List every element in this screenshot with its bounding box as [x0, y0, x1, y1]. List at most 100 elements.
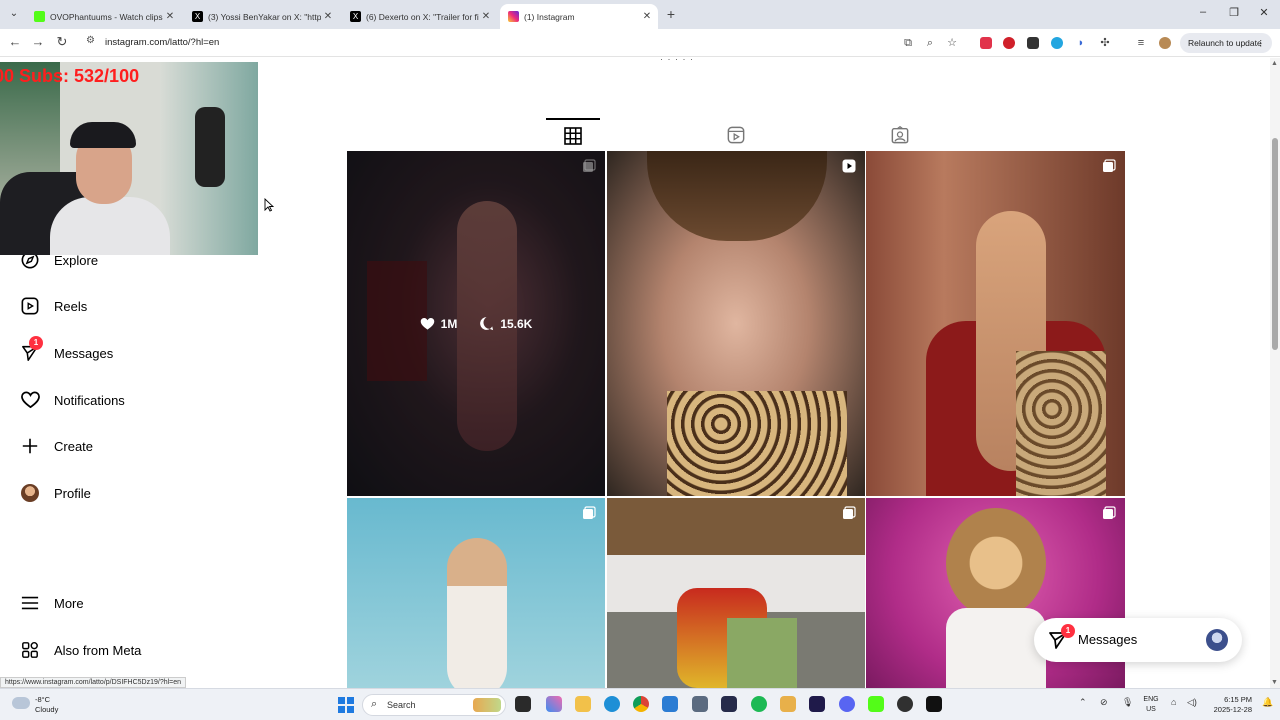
windows-taskbar: -8°C Cloudy ⌕ Search ⌃ ⊘ 🎙 ENG US ⌂ ◁) 6… [0, 688, 1280, 720]
file-explorer-icon[interactable] [575, 696, 591, 712]
post-tile[interactable] [607, 498, 865, 688]
site-info-icon[interactable]: ⚙ [86, 35, 95, 46]
messages-pill[interactable]: 1 Messages [1034, 618, 1242, 662]
back-arrow-icon[interactable]: ← [6, 34, 24, 50]
reels-icon [727, 126, 745, 144]
forward-arrow-icon[interactable]: → [29, 34, 47, 50]
scroll-up-arrow-icon[interactable]: ▲ [1271, 60, 1278, 67]
minimize-icon[interactable]: – [1196, 6, 1210, 18]
close-tab-icon[interactable]: ✕ [163, 11, 177, 22]
post-tile[interactable] [866, 151, 1125, 496]
kick-icon [34, 11, 45, 22]
microphone-icon[interactable]: 🎙 [1122, 697, 1133, 708]
browser-tab[interactable]: X (3) Yossi BenYakar on X: "https: ✕ [184, 4, 339, 29]
comments-count: 15.6K [500, 316, 533, 331]
likes-stat: 1M [420, 316, 458, 331]
extension-icon[interactable] [1027, 37, 1039, 49]
post-tile[interactable] [347, 498, 605, 688]
tray-chevron-icon[interactable]: ⌃ [1079, 697, 1087, 708]
spotify-icon[interactable] [751, 696, 767, 712]
address-bar[interactable]: ⚙ instagram.com/latto/?hl=en [78, 32, 898, 54]
browser-tab[interactable]: OVOPhantuums - Watch clips o ✕ [26, 4, 181, 29]
carousel-icon [843, 506, 856, 519]
extension-icon[interactable] [980, 37, 992, 49]
bookmark-star-icon[interactable]: ☆ [944, 35, 960, 51]
windows-start-icon[interactable] [338, 697, 354, 713]
comment-icon [480, 317, 494, 331]
copilot-icon[interactable] [546, 696, 562, 712]
post-tile[interactable]: 1M 15.6K [347, 151, 605, 496]
tagged-icon [891, 126, 909, 144]
close-window-icon[interactable]: ✕ [1257, 6, 1271, 19]
taskbar-search[interactable]: ⌕ Search [362, 694, 506, 716]
sidebar-item-profile[interactable]: Profile [20, 478, 91, 508]
new-tab-plus-icon[interactable]: + [664, 6, 678, 22]
likes-count: 1M [440, 316, 458, 331]
tab-title: OVOPhantuums - Watch clips o [50, 11, 163, 22]
edge-icon[interactable] [604, 696, 620, 712]
settings-gear-icon[interactable] [692, 696, 708, 712]
zoom-icon[interactable]: ⌕ [922, 35, 938, 51]
volume-icon[interactable]: ◁) [1187, 697, 1197, 708]
discord-icon[interactable] [839, 696, 855, 712]
app-icon[interactable] [868, 696, 884, 712]
app-icon[interactable] [721, 696, 737, 712]
scrollbar-thumb[interactable] [1272, 138, 1278, 350]
extension-icon[interactable]: ◗ [1073, 35, 1089, 51]
page-scrollbar[interactable]: ▲ ▼ [1270, 58, 1280, 688]
snipping-tool-icon[interactable] [780, 696, 796, 712]
close-tab-icon[interactable]: ✕ [640, 11, 654, 22]
close-tab-icon[interactable]: ✕ [479, 11, 493, 22]
x-icon: X [350, 11, 361, 22]
input-language[interactable]: ENG US [1140, 695, 1162, 715]
post-leopard-print [1016, 351, 1106, 496]
sidebar-item-label: Also from Meta [54, 642, 142, 658]
browser-tab[interactable]: X (6) Dexerto on X: "Trailer for fir ✕ [342, 4, 497, 29]
browser-tab-active[interactable]: (1) Instagram ✕ [500, 4, 658, 29]
sidebar-item-also-from-meta[interactable]: Also from Meta [20, 635, 141, 665]
obs-icon[interactable] [897, 696, 913, 712]
extensions-puzzle-icon[interactable]: ✣ [1097, 35, 1113, 51]
reading-list-icon[interactable]: ≡ [1133, 35, 1149, 51]
extension-icon[interactable] [1051, 37, 1063, 49]
post-leopard-print [667, 391, 847, 496]
premiere-icon[interactable] [809, 696, 825, 712]
reload-icon[interactable]: ↻ [53, 34, 71, 50]
profile-avatar[interactable] [1159, 37, 1171, 49]
tiktok-icon[interactable] [926, 696, 942, 712]
install-app-icon[interactable]: ⧉ [900, 35, 916, 51]
sidebar-item-label: Create [54, 438, 94, 454]
task-view-icon[interactable] [515, 696, 531, 712]
messenger-icon: 1 [20, 336, 43, 363]
taskbar-clock[interactable]: 6:15 PM 2025-12-28 [1208, 695, 1252, 715]
sidebar-item-notifications[interactable]: Notifications [20, 385, 125, 415]
tab-reels[interactable] [709, 118, 763, 152]
relaunch-button[interactable]: Relaunch to update ⋮ [1180, 33, 1272, 53]
scroll-down-arrow-icon[interactable]: ▼ [1271, 679, 1278, 686]
close-tab-icon[interactable]: ✕ [321, 11, 335, 22]
chrome-icon[interactable] [633, 696, 649, 712]
tray-app-icon[interactable]: ⊘ [1100, 697, 1108, 708]
post-tile[interactable] [607, 151, 865, 496]
weather-widget[interactable]: -8°C Cloudy [35, 695, 58, 715]
heart-icon [20, 390, 40, 410]
sidebar-item-reels[interactable]: Reels [20, 291, 87, 321]
notifications-icon[interactable]: 🔔 [1262, 697, 1273, 708]
post-hover-overlay[interactable]: 1M 15.6K [347, 151, 605, 496]
restore-icon[interactable]: ❐ [1227, 6, 1241, 19]
instagram-icon [508, 11, 519, 22]
relaunch-label: Relaunch to update [1188, 38, 1262, 48]
sidebar-item-more[interactable]: More [20, 588, 84, 618]
tab-posts[interactable] [546, 118, 600, 152]
notepad-icon[interactable] [662, 696, 678, 712]
kebab-menu-icon[interactable]: ⋮ [1257, 33, 1266, 53]
browser-tab-strip: ⌄ OVOPhantuums - Watch clips o ✕ X (3) Y… [0, 0, 1280, 29]
sidebar-item-messages[interactable]: 1 Messages [20, 336, 113, 368]
tab-search-chevron-icon[interactable]: ⌄ [6, 6, 22, 22]
tab-tagged[interactable] [873, 118, 927, 152]
sidebar-item-create[interactable]: Create [20, 431, 93, 461]
extension-icon[interactable] [1003, 37, 1015, 49]
cloud-icon[interactable] [12, 697, 30, 709]
address-text[interactable]: instagram.com/latto/?hl=en [105, 37, 219, 48]
network-icon[interactable]: ⌂ [1171, 697, 1176, 707]
